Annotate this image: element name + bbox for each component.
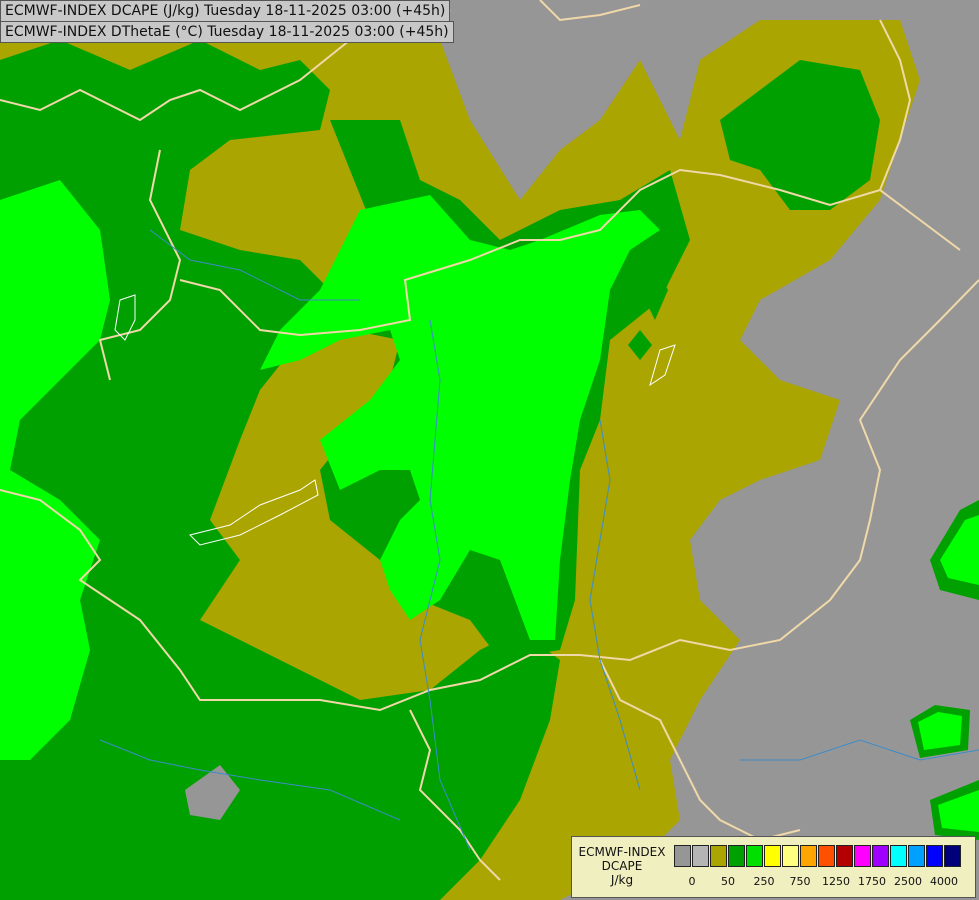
legend-swatch [836,845,853,867]
legend-tick-label: 4000 [930,875,958,888]
color-legend: ECMWF-INDEX DCAPE J/kg 0 50 250 750 1250 1750… [571,836,976,898]
legend-swatch [818,845,835,867]
legend-model-name: ECMWF-INDEX [578,845,666,859]
legend-tick-label: 750 [789,875,811,888]
legend-parameter: DCAPE [601,859,643,873]
legend-swatch [692,845,709,867]
legend-swatch [872,845,889,867]
legend-swatch [728,845,745,867]
map-title-dthetae: ECMWF-INDEX DThetaE (°C) Tuesday 18-11-2… [0,21,454,43]
legend-swatch [890,845,907,867]
legend-tick-label: 250 [753,875,775,888]
legend-ticks: 0 50 250 750 1250 1750 2500 4000 [674,875,974,891]
legend-tick-label: 50 [721,875,735,888]
legend-swatch [746,845,763,867]
legend-tick-label: 2500 [894,875,922,888]
legend-swatch [800,845,817,867]
legend-swatch [674,845,691,867]
legend-swatch [782,845,799,867]
legend-tick-label: 1250 [822,875,850,888]
legend-tick-label: 1750 [858,875,886,888]
map-title-dcape: ECMWF-INDEX DCAPE (J/kg) Tuesday 18-11-2… [0,0,451,22]
legend-tick-label: 0 [688,875,696,888]
legend-swatch [944,845,961,867]
legend-unit: J/kg [610,873,634,887]
legend-swatch [926,845,943,867]
legend-swatch [908,845,925,867]
dcape-map [0,0,979,900]
legend-swatch [854,845,871,867]
legend-swatch [764,845,781,867]
legend-swatch [710,845,727,867]
legend-swatches [674,845,962,867]
legend-label: ECMWF-INDEX DCAPE J/kg [572,845,672,887]
